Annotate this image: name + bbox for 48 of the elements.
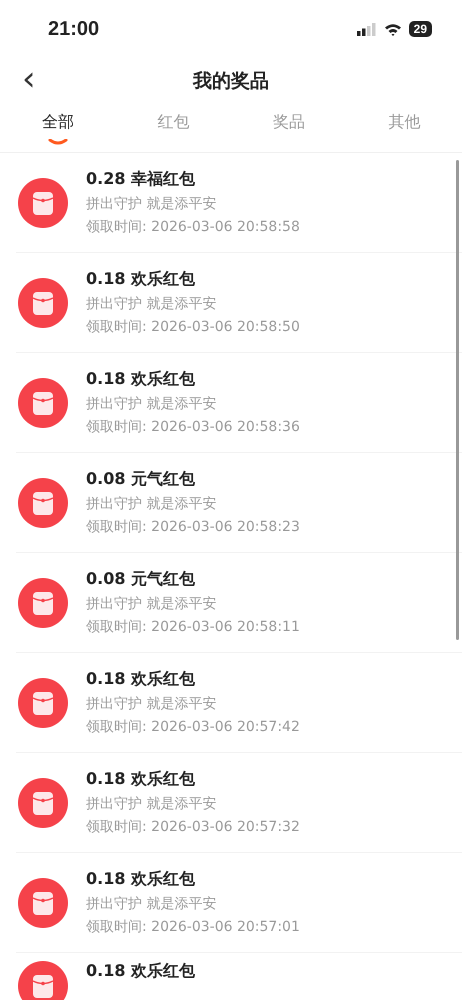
prize-subtitle: 拼出守护 就是添平安: [86, 295, 218, 313]
prize-title: 0.18 欢乐红包: [86, 961, 196, 982]
envelope-icon: [18, 678, 68, 728]
prize-subtitle: 拼出守护 就是添平安: [86, 895, 218, 913]
back-button[interactable]: ‹: [18, 64, 40, 94]
prize-subtitle: 拼出守护 就是添平安: [86, 395, 218, 413]
envelope-icon: [18, 778, 68, 828]
prize-title: 0.18 欢乐红包: [86, 369, 196, 390]
prize-title: 0.08 元气红包: [86, 569, 196, 590]
prize-item[interactable]: 0.08 元气红包 拼出守护 就是添平安 领取时间: 2026-03-06 20:58:11: [16, 553, 462, 653]
envelope-icon: [18, 178, 68, 228]
prize-item[interactable]: 0.18 欢乐红包 拼出守护 就是添平安 领取时间: 2026-03-06 20:57:32: [16, 753, 462, 853]
envelope-icon: [18, 961, 68, 1000]
envelope-icon: [18, 878, 68, 928]
claim-time: 领取时间: 2026-03-06 20:57:32: [86, 818, 300, 836]
tab-indicator: [48, 138, 68, 144]
prize-title: 0.08 元气红包: [86, 469, 196, 490]
prize-item[interactable]: 0.18 欢乐红包 拼出守护 就是添平安 领取时间: 2026-03-06 20:57:01: [16, 853, 462, 953]
claim-time: 领取时间: 2026-03-06 20:58:36: [86, 418, 300, 436]
prize-title: 0.18 欢乐红包: [86, 269, 196, 290]
wifi-icon: [384, 22, 402, 36]
prize-title: 0.28 幸福红包: [86, 169, 196, 190]
prize-subtitle: 拼出守护 就是添平安: [86, 195, 218, 213]
claim-time: 领取时间: 2026-03-06 20:57:01: [86, 918, 300, 936]
battery-level: 29: [408, 21, 432, 37]
prize-item[interactable]: 0.28 幸福红包 拼出守护 就是添平安 领取时间: 2026-03-06 20:58:58: [16, 153, 462, 253]
claim-time: 领取时间: 2026-03-06 20:58:11: [86, 618, 300, 636]
prize-subtitle: 拼出守护 就是添平安: [86, 695, 218, 713]
signal-icon: [356, 22, 377, 36]
prize-title: 0.18 欢乐红包: [86, 769, 196, 790]
prize-subtitle: 拼出守护 就是添平安: [86, 595, 218, 613]
prize-subtitle: 拼出守护 就是添平安: [86, 495, 218, 513]
prize-subtitle: 拼出守护 就是添平安: [86, 795, 218, 813]
claim-time: 领取时间: 2026-03-06 20:58:58: [86, 218, 300, 236]
claim-time: 领取时间: 2026-03-06 20:57:42: [86, 718, 300, 736]
tab[interactable]: 全部: [0, 104, 116, 152]
envelope-icon: [18, 578, 68, 628]
prize-title: 0.18 欢乐红包: [86, 669, 196, 690]
claim-time: 领取时间: 2026-03-06 20:58:50: [86, 318, 300, 336]
status-time: 21:00: [48, 18, 100, 40]
envelope-icon: [18, 478, 68, 528]
page-title: 我的奖品: [193, 69, 269, 94]
prize-item[interactable]: 0.18 欢乐红包 拼出守护 就是添平安 领取时间: 2026-03-06 20:57:42: [16, 653, 462, 753]
claim-time: 领取时间: 2026-03-06 20:58:23: [86, 518, 300, 536]
prize-title: 0.18 欢乐红包: [86, 869, 196, 890]
prize-item[interactable]: 0.18 欢乐红包: [16, 953, 462, 1000]
envelope-icon: [18, 378, 68, 428]
envelope-icon: [18, 278, 68, 328]
